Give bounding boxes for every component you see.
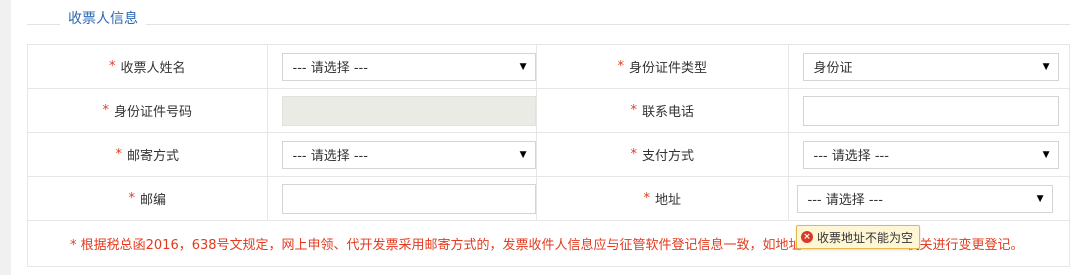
label-cell: * 地址 (537, 177, 789, 220)
label-cell: * 联系电话 (537, 89, 789, 132)
error-circle-icon: × (801, 231, 813, 243)
label-cell: * 收票人姓名 (28, 45, 268, 88)
id-number-input (281, 95, 536, 126)
required-marker: * (115, 147, 123, 162)
tooltip-text: 收票地址不能为空 (817, 230, 914, 245)
payment-method-label: 支付方式 (642, 149, 695, 164)
required-marker: * (643, 191, 651, 206)
phone-input[interactable] (802, 95, 1059, 126)
phone-label: 联系电话 (642, 105, 695, 120)
caret-down-icon: ▼ (1042, 61, 1050, 72)
address-label: 地址 (655, 193, 682, 208)
field-cell (789, 89, 1069, 132)
select-value: 身份证 (813, 61, 853, 76)
field-cell: --- 请选择 --- ▼ (789, 133, 1069, 176)
required-marker: * (128, 191, 136, 206)
id-number-label: 身份证件号码 (114, 105, 193, 120)
delivery-method-label: 邮寄方式 (127, 149, 180, 164)
recipient-name-select[interactable]: --- 请选择 --- ▼ (281, 52, 536, 81)
validation-tooltip: × 收票地址不能为空 (796, 225, 921, 249)
field-cell (268, 177, 538, 220)
section-divider (27, 24, 1070, 25)
field-cell: --- 请选择 --- ▼ (268, 45, 538, 88)
select-value: --- 请选择 --- (807, 193, 883, 208)
id-type-label: 身份证件类型 (629, 61, 708, 76)
recipient-name-label: 收票人姓名 (120, 61, 186, 76)
label-cell: * 邮寄方式 (28, 133, 268, 176)
label-cell: * 身份证件类型 (537, 45, 789, 88)
caret-down-icon: ▼ (1042, 149, 1050, 160)
caret-down-icon: ▼ (519, 61, 527, 72)
required-marker: * (102, 103, 110, 118)
select-value: --- 请选择 --- (292, 61, 368, 76)
label-cell: * 邮编 (28, 177, 268, 220)
form-row: * 邮编 * 地址 --- 请选择 --- ▼ (28, 177, 1069, 221)
field-cell: 身份证 ▼ (789, 45, 1069, 88)
required-marker: * (109, 59, 116, 74)
section-title: 收票人信息 (60, 8, 146, 30)
required-marker: * (630, 103, 638, 118)
field-cell: --- 请选择 --- ▼ (789, 177, 1069, 220)
field-cell: --- 请选择 --- ▼ (268, 133, 538, 176)
notice-text-after: 机关进行变更登记。 (906, 238, 1024, 253)
select-value: --- 请选择 --- (813, 149, 889, 164)
delivery-method-select[interactable]: --- 请选择 --- ▼ (281, 140, 536, 169)
required-marker: * (630, 147, 638, 162)
payment-method-select[interactable]: --- 请选择 --- ▼ (802, 140, 1059, 169)
caret-down-icon: ▼ (1036, 193, 1044, 204)
field-cell (268, 89, 538, 132)
form-row: * 身份证件号码 * 联系电话 (28, 89, 1069, 133)
label-cell: * 身份证件号码 (28, 89, 268, 132)
caret-down-icon: ▼ (519, 149, 527, 160)
notice-text-before: * 根据税总函2016，638号文规定，网上申领、代开发票采用邮寄方式的，发票收… (70, 238, 802, 253)
id-type-select[interactable]: 身份证 ▼ (802, 52, 1059, 81)
form-row: * 邮寄方式 --- 请选择 --- ▼ * 支付方式 --- 请选择 --- … (28, 133, 1069, 177)
left-edge-bar (0, 0, 11, 275)
postal-code-input[interactable] (281, 183, 536, 214)
label-cell: * 支付方式 (537, 133, 789, 176)
address-select[interactable]: --- 请选择 --- ▼ (796, 184, 1053, 213)
postal-code-label: 邮编 (140, 193, 167, 208)
select-value: --- 请选择 --- (292, 149, 368, 164)
form-row: * 收票人姓名 --- 请选择 --- ▼ * 身份证件类型 身份证 ▼ (28, 45, 1069, 89)
required-marker: * (617, 59, 625, 74)
